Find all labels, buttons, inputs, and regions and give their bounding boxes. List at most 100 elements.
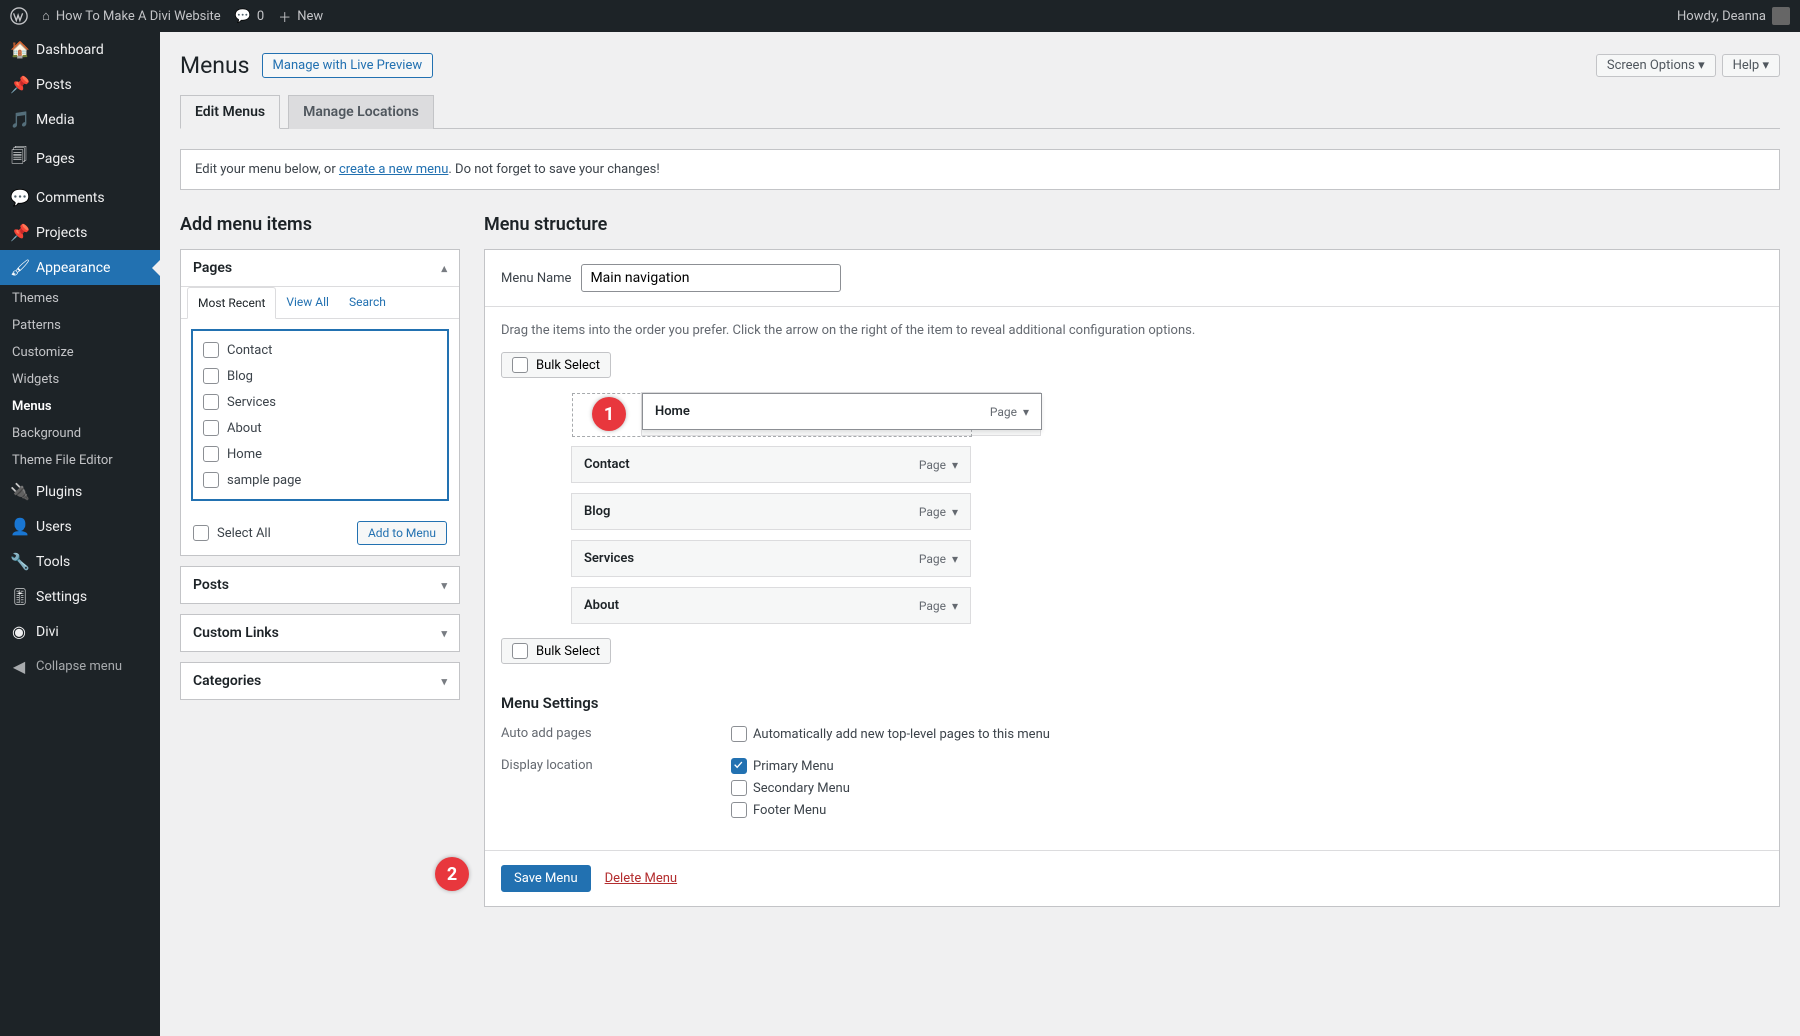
location-footer-checkbox[interactable]: Footer Menu <box>731 802 850 818</box>
metabox-categories-header[interactable]: Categories▾ <box>181 663 459 699</box>
screen-options-button[interactable]: Screen Options ▾ <box>1596 54 1716 77</box>
page-checkbox-blog[interactable]: Blog <box>197 363 443 389</box>
sidebar-sub-widgets[interactable]: Widgets <box>0 366 160 393</box>
chevron-down-icon: ▾ <box>1698 58 1705 73</box>
tab-manage-locations[interactable]: Manage Locations <box>288 95 434 129</box>
menu-item-contact[interactable]: ContactPage▾ <box>571 446 971 483</box>
chevron-down-icon: ▾ <box>952 505 958 519</box>
metabox-posts-header[interactable]: Posts▾ <box>181 567 459 603</box>
brush-icon: 🖌 <box>10 258 28 277</box>
bulk-select-button[interactable]: Bulk Select <box>501 352 611 378</box>
sidebar-sub-menus[interactable]: Menus <box>0 393 160 420</box>
menu-panel: Menu Name Drag the items into the order … <box>484 249 1780 907</box>
menu-item-dragging[interactable]: Home Page▾ 1 <box>641 392 1041 436</box>
metabox-categories: Categories▾ <box>180 662 460 700</box>
auto-add-checkbox[interactable]: Automatically add new top-level pages to… <box>731 726 1050 742</box>
delete-menu-link[interactable]: Delete Menu <box>605 871 677 886</box>
new-link[interactable]: ＋New <box>278 7 323 26</box>
sidebar-sub-theme-editor[interactable]: Theme File Editor <box>0 447 160 474</box>
wrench-icon: 🔧 <box>10 552 28 571</box>
display-location-label: Display location <box>501 758 731 824</box>
sidebar-item-projects[interactable]: 📌Projects <box>0 215 160 250</box>
location-secondary-checkbox[interactable]: Secondary Menu <box>731 780 850 796</box>
settings-icon: 🎚 <box>10 587 28 606</box>
add-to-menu-button[interactable]: Add to Menu <box>357 521 447 545</box>
menu-name-input[interactable] <box>581 264 841 292</box>
menu-item-about[interactable]: AboutPage▾ <box>571 587 971 624</box>
page-checkbox-services[interactable]: Services <box>197 389 443 415</box>
select-all-checkbox[interactable]: Select All <box>193 525 271 541</box>
sidebar-sub-themes[interactable]: Themes <box>0 285 160 312</box>
sidebar-item-dashboard[interactable]: 🏠Dashboard <box>0 32 160 67</box>
sidebar-item-comments[interactable]: 💬Comments <box>0 180 160 215</box>
menu-item-services[interactable]: ServicesPage▾ <box>571 540 971 577</box>
pin-icon: 📌 <box>10 75 28 94</box>
media-icon: 🎵 <box>10 110 28 129</box>
bulk-select-button-bottom[interactable]: Bulk Select <box>501 638 611 664</box>
howdy-user[interactable]: Howdy, Deanna <box>1677 7 1790 25</box>
comments-link[interactable]: 💬0 <box>235 9 265 24</box>
chevron-down-icon: ▾ <box>952 552 958 566</box>
sidebar-item-divi[interactable]: ◉Divi <box>0 614 160 649</box>
subtab-view-all[interactable]: View All <box>276 287 339 318</box>
sidebar-sub-background[interactable]: Background <box>0 420 160 447</box>
page-icon: 🗐 <box>10 145 28 172</box>
page-checkbox-home[interactable]: Home <box>197 441 443 467</box>
sidebar-collapse[interactable]: ◀Collapse menu <box>0 649 160 684</box>
add-items-title: Add menu items <box>180 214 460 235</box>
sidebar-item-plugins[interactable]: 🔌Plugins <box>0 474 160 509</box>
bulk-checkbox <box>512 357 528 373</box>
manage-live-preview-button[interactable]: Manage with Live Preview <box>262 53 434 78</box>
drag-help-text: Drag the items into the order you prefer… <box>501 323 1763 338</box>
create-new-menu-link[interactable]: create a new menu <box>339 162 448 177</box>
subtab-most-recent[interactable]: Most Recent <box>187 287 276 319</box>
tab-edit-menus[interactable]: Edit Menus <box>180 95 280 129</box>
chevron-down-icon: ▾ <box>441 675 447 688</box>
chevron-down-icon: ▾ <box>1023 405 1029 419</box>
plugin-icon: 🔌 <box>10 482 28 501</box>
chevron-down-icon: ▾ <box>441 579 447 592</box>
avatar <box>1772 7 1790 25</box>
help-button[interactable]: Help ▾ <box>1722 54 1780 77</box>
sidebar-item-tools[interactable]: 🔧Tools <box>0 544 160 579</box>
page-checkbox-sample[interactable]: sample page <box>197 467 443 493</box>
metabox-pages-header[interactable]: Pages▴ <box>181 250 459 287</box>
chevron-down-icon: ▾ <box>1762 58 1769 73</box>
chevron-down-icon: ▾ <box>952 458 958 472</box>
speedometer-icon: 🏠 <box>10 40 28 59</box>
pages-checklist: Contact Blog Services About Home sample … <box>191 329 449 501</box>
metabox-custom-links: Custom Links▾ <box>180 614 460 652</box>
metabox-posts: Posts▾ <box>180 566 460 604</box>
sidebar-item-appearance[interactable]: 🖌Appearance <box>0 250 160 285</box>
menu-settings-title: Menu Settings <box>501 694 1763 712</box>
divi-icon: ◉ <box>10 622 28 641</box>
menu-name-label: Menu Name <box>501 271 571 286</box>
sidebar-item-media[interactable]: 🎵Media <box>0 102 160 137</box>
pin-icon: 📌 <box>10 223 28 242</box>
menu-structure-title: Menu structure <box>484 214 1780 235</box>
wp-logo-icon[interactable] <box>10 7 28 25</box>
admin-bar: ⌂How To Make A Divi Website 💬0 ＋New Howd… <box>0 0 1800 32</box>
annotation-badge-1: 1 <box>592 397 626 431</box>
info-box: Edit your menu below, or create a new me… <box>180 149 1780 190</box>
menu-items-list: Home Page▾ 1 ContactPage▾ BlogPage▾ Serv… <box>501 392 1763 624</box>
menu-item-blog[interactable]: BlogPage▾ <box>571 493 971 530</box>
location-primary-checkbox[interactable]: Primary Menu <box>731 758 850 774</box>
metabox-custom-links-header[interactable]: Custom Links▾ <box>181 615 459 651</box>
sidebar-item-pages[interactable]: 🗐Pages <box>0 137 160 180</box>
page-checkbox-about[interactable]: About <box>197 415 443 441</box>
site-home[interactable]: ⌂How To Make A Divi Website <box>42 8 221 24</box>
chevron-up-icon: ▴ <box>441 262 447 275</box>
page-checkbox-contact[interactable]: Contact <box>197 337 443 363</box>
sidebar-item-posts[interactable]: 📌Posts <box>0 67 160 102</box>
sidebar-item-settings[interactable]: 🎚Settings <box>0 579 160 614</box>
sidebar-item-users[interactable]: 👤Users <box>0 509 160 544</box>
subtab-search[interactable]: Search <box>339 287 396 318</box>
user-icon: 👤 <box>10 517 28 536</box>
chevron-down-icon: ▾ <box>441 627 447 640</box>
sidebar-sub-customize[interactable]: Customize <box>0 339 160 366</box>
page-title: Menus <box>180 52 250 79</box>
sidebar-sub-patterns[interactable]: Patterns <box>0 312 160 339</box>
save-menu-button[interactable]: Save Menu <box>501 865 591 892</box>
annotation-badge-2: 2 <box>435 857 469 891</box>
